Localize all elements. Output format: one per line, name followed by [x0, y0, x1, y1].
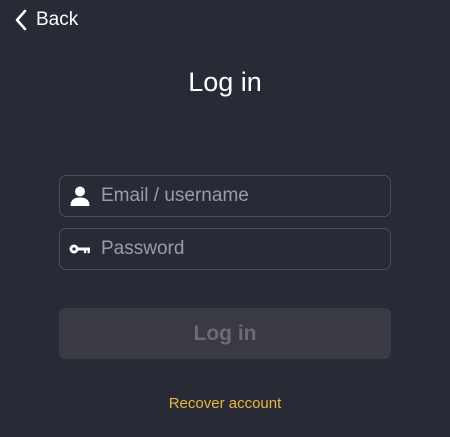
password-input[interactable] [100, 229, 390, 269]
email-field[interactable] [59, 175, 391, 217]
login-button[interactable]: Log in [59, 308, 391, 359]
page-title: Log in [188, 67, 262, 97]
email-input[interactable] [100, 176, 390, 216]
user-icon [60, 176, 100, 216]
back-label: Back [36, 9, 79, 30]
recover-account-link[interactable]: Recover account [0, 395, 450, 413]
chevron-left-icon [14, 9, 28, 31]
password-field[interactable] [59, 228, 391, 270]
back-button[interactable]: Back [14, 7, 78, 33]
key-icon [60, 229, 100, 269]
